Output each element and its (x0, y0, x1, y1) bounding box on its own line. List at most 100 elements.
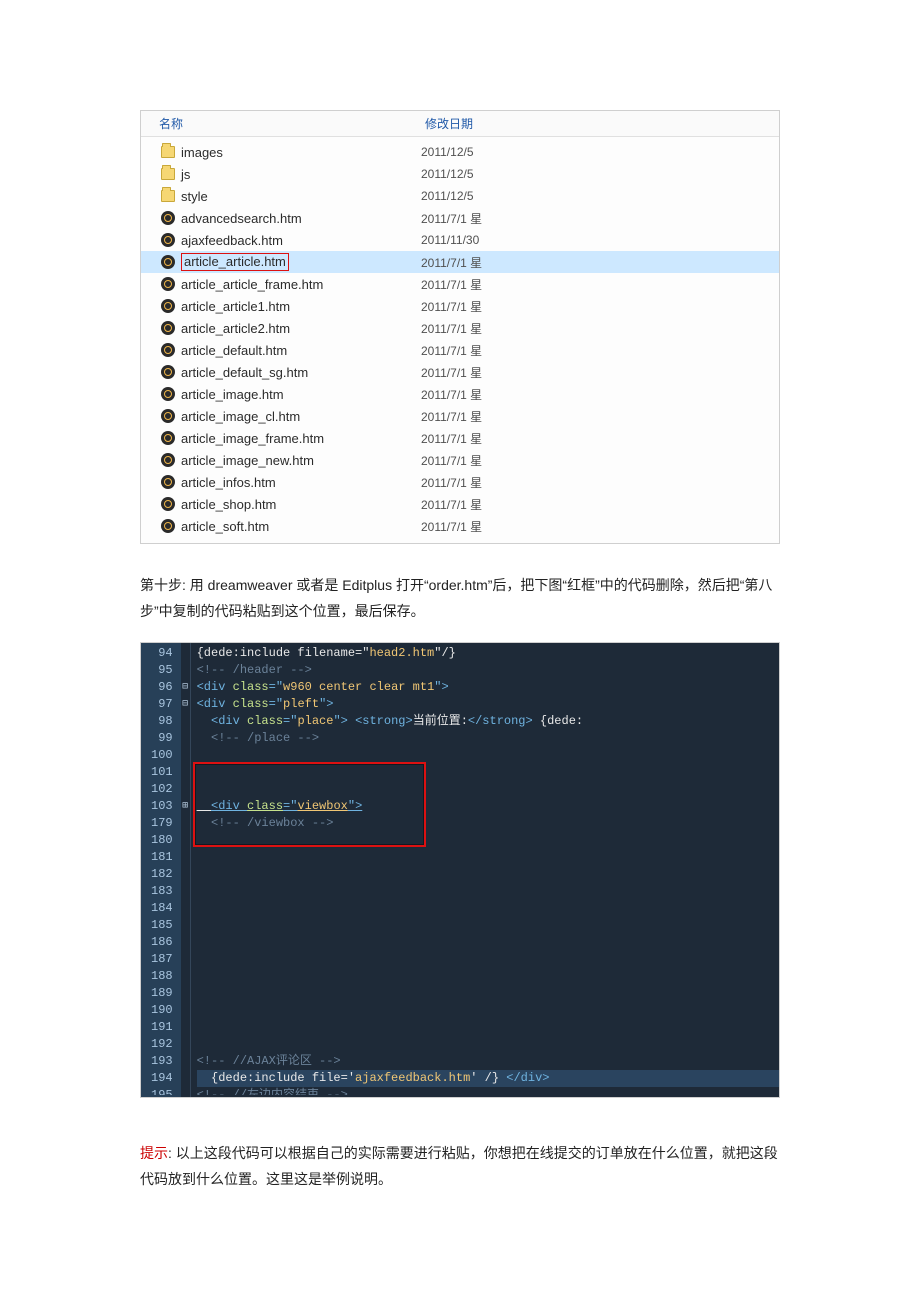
file-row[interactable]: article_default.htm2011/7/1 星 (141, 339, 779, 361)
file-row[interactable]: article_soft.htm2011/7/1 星 (141, 515, 779, 537)
folder-icon (159, 168, 177, 180)
file-row[interactable]: article_infos.htm 2011/7/1 星 (141, 471, 779, 493)
col-header-date[interactable]: 修改日期 (421, 115, 779, 132)
fold-spacer (181, 764, 190, 781)
line-number: 97 (151, 696, 173, 713)
file-name: ajaxfeedback.htm (181, 233, 283, 248)
file-row[interactable]: style2011/12/5 (141, 185, 779, 207)
fold-spacer (181, 951, 190, 968)
htm-file-icon (159, 255, 177, 269)
htm-file-icon (159, 299, 177, 313)
file-list-panel: 名称 修改日期 images2011/12/5js2011/12/5style2… (140, 110, 780, 544)
editor-gutter: 9495969798991001011021031791801811821831… (141, 643, 181, 1097)
file-date: 2011/12/5 (421, 167, 779, 181)
code-line (197, 985, 779, 1002)
file-row[interactable]: article_article_frame.htm2011/7/1 星 (141, 273, 779, 295)
file-date: 2011/7/1 星 (421, 364, 779, 381)
line-number: 186 (151, 934, 173, 951)
file-row[interactable]: article_shop.htm 2011/7/1 星 (141, 493, 779, 515)
file-row[interactable]: js2011/12/5 (141, 163, 779, 185)
file-row[interactable]: ajaxfeedback.htm 2011/11/30 (141, 229, 779, 251)
line-number: 180 (151, 832, 173, 849)
line-number: 189 (151, 985, 173, 1002)
file-name: article_shop.htm (181, 497, 276, 512)
code-line (197, 832, 779, 849)
file-date: 2011/7/1 星 (421, 386, 779, 403)
fold-spacer (181, 645, 190, 662)
fold-toggle-icon[interactable]: ⊟ (181, 696, 190, 713)
file-date: 2011/7/1 星 (421, 474, 779, 491)
file-row[interactable]: article_article2.htm2011/7/1 星 (141, 317, 779, 339)
htm-file-icon (159, 475, 177, 489)
code-line: {dede:include file='ajaxfeedback.htm' /}… (197, 1070, 779, 1087)
fold-spacer (181, 1070, 190, 1087)
file-date: 2011/7/1 星 (421, 430, 779, 447)
file-name: article_article1.htm (181, 299, 290, 314)
file-name: article_image_new.htm (181, 453, 314, 468)
line-number: 181 (151, 849, 173, 866)
file-row[interactable]: images2011/12/5 (141, 141, 779, 163)
code-line: <div class="pleft"> (197, 696, 779, 713)
file-date: 2011/7/1 星 (421, 496, 779, 513)
htm-file-icon (159, 321, 177, 335)
file-name: article_article.htm (181, 253, 289, 271)
file-row[interactable]: article_image_cl.htm2011/7/1 星 (141, 405, 779, 427)
tip-paragraph: 提示: 以上这段代码可以根据自己的实际需要进行粘贴，你想把在线提交的订单放在什么… (140, 1140, 780, 1192)
code-line (197, 866, 779, 883)
code-line: <!-- /header --> (197, 662, 779, 679)
file-row[interactable]: advancedsearch.htm2011/7/1 星 (141, 207, 779, 229)
fold-spacer (181, 917, 190, 934)
fold-spacer (181, 849, 190, 866)
step10-body: 用 dreamweaver 或者是 Editplus 打开“order.htm”… (140, 577, 772, 619)
line-number: 182 (151, 866, 173, 883)
fold-spacer (181, 815, 190, 832)
code-line: {dede:include filename="head2.htm"/} (197, 645, 779, 662)
folder-icon (159, 146, 177, 158)
line-number: 94 (151, 645, 173, 662)
file-name: article_infos.htm (181, 475, 276, 490)
fold-spacer (181, 934, 190, 951)
file-row[interactable]: article_article1.htm 2011/7/1 星 (141, 295, 779, 317)
file-name: article_article2.htm (181, 321, 290, 336)
line-number: 193 (151, 1053, 173, 1070)
file-list-header: 名称 修改日期 (141, 111, 779, 137)
fold-spacer (181, 1019, 190, 1036)
htm-file-icon (159, 343, 177, 357)
code-line (197, 1002, 779, 1019)
htm-file-icon (159, 387, 177, 401)
fold-spacer (181, 985, 190, 1002)
line-number: 194 (151, 1070, 173, 1087)
file-row[interactable]: article_article.htm2011/7/1 星 (141, 251, 779, 273)
line-number: 99 (151, 730, 173, 747)
editor-code-body[interactable]: {dede:include filename="head2.htm"/}<!--… (191, 643, 779, 1097)
file-row[interactable]: article_default_sg.htm 2011/7/1 星 (141, 361, 779, 383)
code-line (197, 747, 779, 764)
tip-label: 提示 (140, 1145, 168, 1161)
file-date: 2011/11/30 (421, 233, 779, 247)
file-name: article_article_frame.htm (181, 277, 323, 292)
line-number: 95 (151, 662, 173, 679)
step10-label: 第十步: (140, 577, 186, 593)
file-row[interactable]: article_image_frame.htm2011/7/1 星 (141, 427, 779, 449)
fold-spacer (181, 832, 190, 849)
htm-file-icon (159, 431, 177, 445)
code-line: <div class="w960 center clear mt1"> (197, 679, 779, 696)
file-date: 2011/7/1 星 (421, 298, 779, 315)
line-number: 179 (151, 815, 173, 832)
line-number: 98 (151, 713, 173, 730)
file-row[interactable]: article_image_new.htm2011/7/1 星 (141, 449, 779, 471)
fold-toggle-icon[interactable]: ⊞ (181, 798, 190, 815)
folder-icon (159, 190, 177, 202)
code-line: <!-- //左边内容结束 --> (197, 1087, 779, 1095)
col-header-name[interactable]: 名称 (141, 115, 421, 132)
fold-spacer (181, 781, 190, 798)
file-name: article_default_sg.htm (181, 365, 308, 380)
fold-toggle-icon[interactable]: ⊟ (181, 679, 190, 696)
code-line: <!-- //AJAX评论区 --> (197, 1053, 779, 1070)
code-line: <div class="place"> <strong>当前位置:</stron… (197, 713, 779, 730)
file-name: style (181, 189, 208, 204)
fold-spacer (181, 900, 190, 917)
file-row[interactable]: article_image.htm2011/7/1 星 (141, 383, 779, 405)
tip-body: : 以上这段代码可以根据自己的实际需要进行粘贴，你想把在线提交的订单放在什么位置… (140, 1145, 778, 1187)
code-line: <!-- /place --> (197, 730, 779, 747)
